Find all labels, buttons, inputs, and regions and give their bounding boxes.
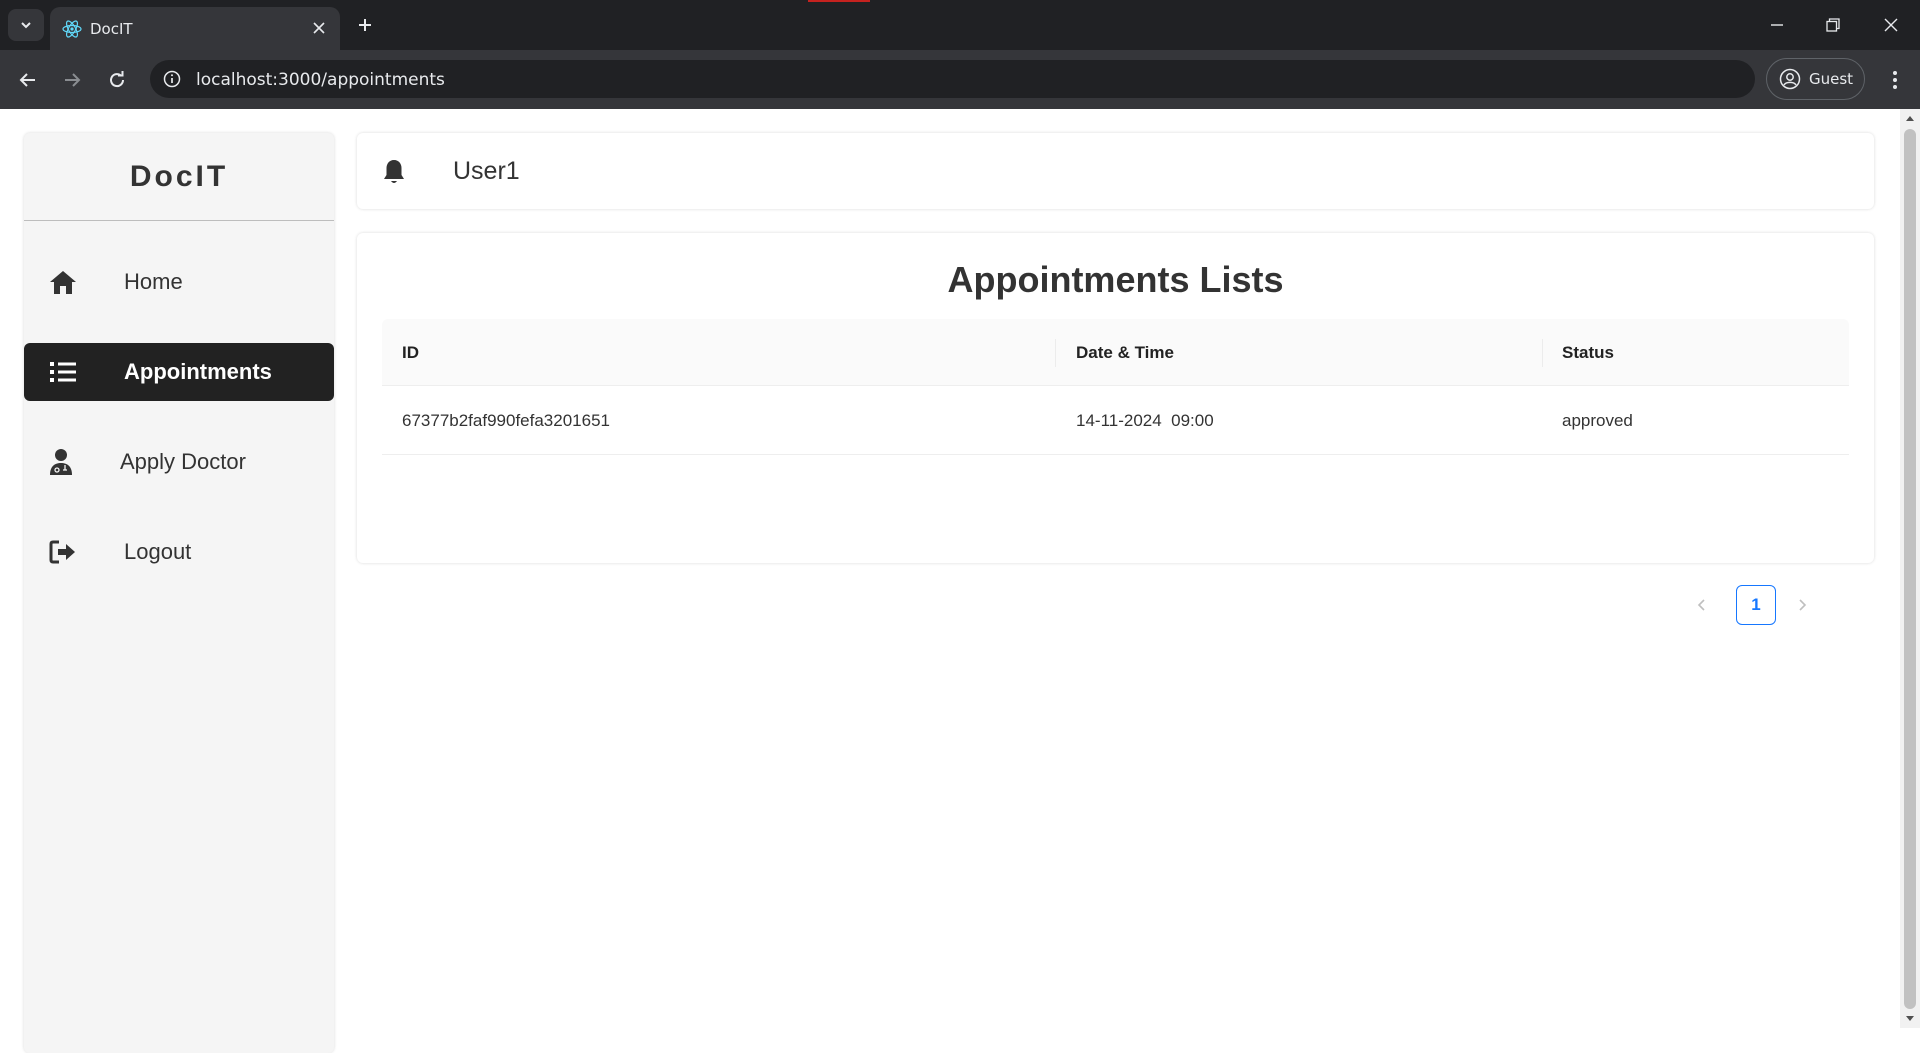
column-header-status: Status: [1562, 343, 1614, 362]
brand-logo-text: DocIT: [129, 159, 229, 193]
browser-menu-button[interactable]: [1880, 64, 1910, 96]
sidebar-menu: Home Appointments Apply Doctor Logout: [24, 253, 334, 581]
arrow-right-icon: [65, 73, 81, 87]
chevron-left-icon[interactable]: [1694, 597, 1710, 613]
list-icon: [48, 358, 78, 386]
plus-icon: [359, 19, 371, 31]
tab-strip: DocIT: [0, 0, 1920, 50]
reload-icon: [110, 71, 125, 88]
back-button[interactable]: [12, 64, 44, 96]
sidebar-item-logout[interactable]: Logout: [24, 523, 334, 581]
doctor-icon: [46, 448, 76, 476]
profile-label: Guest: [1809, 70, 1854, 88]
scroll-down-icon[interactable]: [1905, 1014, 1915, 1024]
sidebar: DocIT Home Appointments Apply Doctor Log…: [24, 133, 334, 1053]
browser-toolbar: localhost:3000/appointments Guest: [0, 50, 1920, 109]
column-header-datetime: Date & Time: [1076, 343, 1174, 362]
home-icon: [48, 268, 78, 296]
url-text: localhost:3000/appointments: [196, 70, 445, 90]
page-viewport: DocIT Home Appointments Apply Doctor Log…: [0, 109, 1900, 1053]
chevron-down-icon: [21, 22, 31, 29]
scroll-up-icon[interactable]: [1905, 113, 1915, 123]
chevron-right-icon[interactable]: [1794, 597, 1810, 613]
restore-icon: [1826, 18, 1840, 32]
table-header: ID Date & Time Status: [382, 319, 1849, 386]
arrow-left-icon: [19, 73, 35, 87]
minimize-icon: [1771, 24, 1783, 26]
top-header: User1: [357, 133, 1874, 209]
cell-datetime: 14-11-2024 09:00: [1076, 411, 1214, 430]
profile-icon: [1779, 68, 1801, 90]
browser-tab[interactable]: DocIT: [50, 7, 340, 50]
sidebar-item-label: Apply Doctor: [120, 449, 246, 474]
column-divider: [1542, 339, 1543, 367]
forward-button[interactable]: [56, 64, 88, 96]
sidebar-item-apply-doctor[interactable]: Apply Doctor: [24, 433, 334, 491]
sidebar-item-home[interactable]: Home: [24, 253, 334, 311]
close-window-button[interactable]: [1876, 10, 1906, 40]
sidebar-item-label: Home: [124, 269, 183, 294]
table-row: 67377b2faf990fefa3201651 14-11-2024 09:0…: [382, 386, 1849, 455]
reload-button[interactable]: [101, 64, 133, 96]
profile-button[interactable]: Guest: [1766, 58, 1865, 100]
bell-icon[interactable]: [379, 157, 409, 187]
close-icon: [1884, 18, 1898, 32]
appointments-card: Appointments Lists ID Date & Time Status…: [357, 233, 1874, 563]
more-vert-icon: [1893, 71, 1897, 89]
close-icon: [313, 22, 325, 34]
tab-search-button[interactable]: [8, 9, 44, 41]
minimize-button[interactable]: [1762, 10, 1792, 40]
brand: DocIT: [24, 133, 334, 221]
page-title: Appointments Lists: [947, 259, 1284, 300]
react-logo-icon: [62, 20, 82, 38]
sidebar-item-label: Appointments: [124, 359, 272, 384]
site-info-icon[interactable]: [162, 69, 182, 89]
tab-title: DocIT: [90, 20, 133, 38]
tab-close-button[interactable]: [308, 17, 330, 39]
appointments-table: ID Date & Time Status 67377b2faf990fefa3…: [382, 319, 1849, 455]
restore-button[interactable]: [1818, 10, 1848, 40]
page-number-current[interactable]: 1: [1736, 585, 1776, 625]
cell-id: 67377b2faf990fefa3201651: [402, 411, 610, 430]
column-header-id: ID: [402, 343, 419, 362]
recording-indicator: [808, 0, 870, 2]
scrollbar-thumb[interactable]: [1904, 129, 1916, 1009]
address-bar[interactable]: localhost:3000/appointments: [150, 60, 1755, 98]
sidebar-item-appointments[interactable]: Appointments: [24, 343, 334, 401]
new-tab-button[interactable]: [352, 12, 378, 38]
browser-chrome: DocIT localhost:3000/appointments Guest: [0, 0, 1920, 109]
vertical-scrollbar[interactable]: [1900, 109, 1920, 1028]
column-divider: [1055, 339, 1056, 367]
cell-status: approved: [1562, 411, 1633, 430]
username[interactable]: User1: [453, 157, 520, 186]
sidebar-item-label: Logout: [124, 539, 192, 564]
logout-icon: [48, 538, 78, 566]
